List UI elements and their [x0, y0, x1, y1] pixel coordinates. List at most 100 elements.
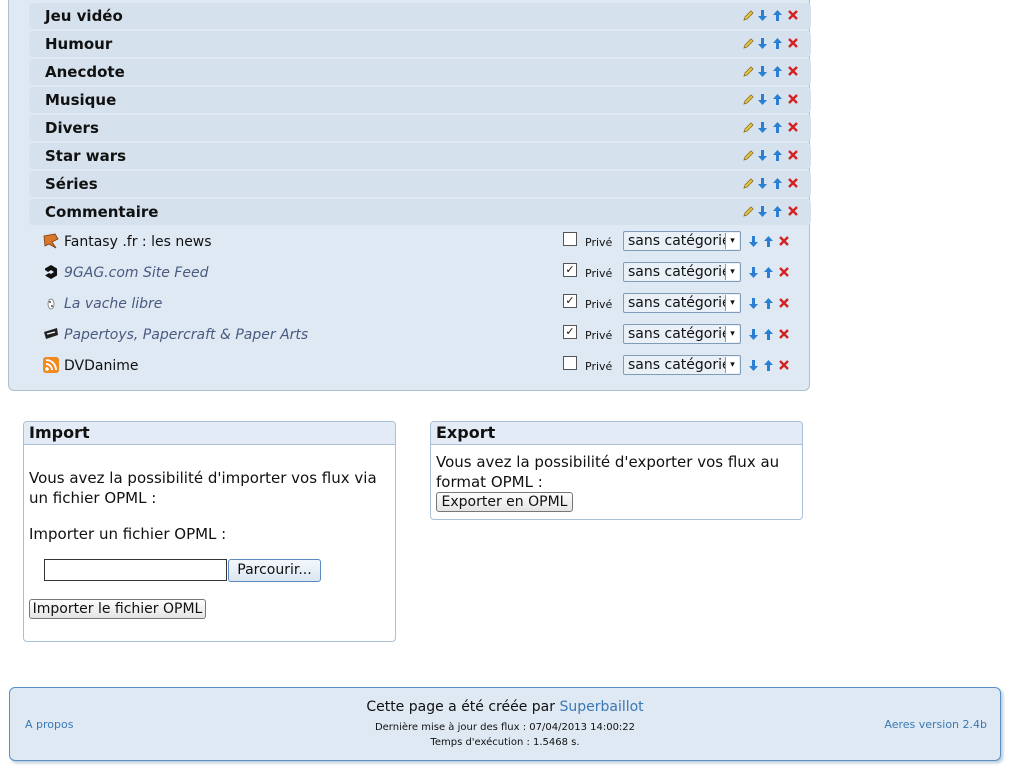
edit-pencil-icon[interactable]	[743, 66, 754, 78]
feed-title[interactable]: 9GAG.com Site Feed	[64, 265, 208, 281]
move-down-icon[interactable]	[749, 329, 760, 341]
category-label[interactable]: Anecdote	[45, 63, 125, 81]
delete-icon[interactable]	[788, 122, 799, 134]
category-label[interactable]: Musique	[45, 91, 116, 109]
edit-pencil-icon[interactable]	[743, 10, 754, 22]
chevron-down-icon[interactable]: ▾	[725, 357, 739, 373]
private-checkbox[interactable]	[563, 356, 577, 370]
version-link[interactable]: Aeres version 2.4b	[884, 718, 987, 731]
export-box: Export Vous avez la possibilité d'export…	[430, 421, 803, 520]
delete-icon[interactable]	[779, 267, 790, 279]
edit-pencil-icon[interactable]	[743, 150, 754, 162]
move-up-icon[interactable]	[764, 360, 775, 372]
feed-title[interactable]: Papertoys, Papercraft & Paper Arts	[64, 327, 308, 343]
delete-icon[interactable]	[788, 178, 799, 190]
category-select[interactable]: sans catégorie ▾	[623, 293, 741, 313]
exec-time: Temps d'exécution : 1.5468 s.	[430, 737, 580, 748]
move-down-icon[interactable]	[749, 360, 760, 372]
category-label[interactable]: Star wars	[45, 147, 126, 165]
private-checkbox[interactable]: ✓	[563, 294, 577, 308]
move-down-icon[interactable]	[758, 10, 769, 22]
category-label[interactable]: Divers	[45, 119, 99, 137]
delete-icon[interactable]	[779, 236, 790, 248]
move-down-icon[interactable]	[758, 94, 769, 106]
private-label: Privé	[585, 329, 613, 342]
edit-pencil-icon[interactable]	[743, 178, 754, 190]
import-opml-button[interactable]: Importer le fichier OPML	[29, 599, 206, 619]
edit-pencil-icon[interactable]	[743, 122, 754, 134]
author-link[interactable]: Superbaillot	[559, 699, 643, 715]
private-label: Privé	[585, 360, 613, 373]
move-up-icon[interactable]	[773, 122, 784, 134]
export-opml-button[interactable]: Exporter en OPML	[436, 492, 573, 512]
move-up-icon[interactable]	[773, 66, 784, 78]
category-panel: Jeu vidéo Humour Anecdote Musique Divers Star…	[8, 0, 811, 391]
move-up-icon[interactable]	[764, 298, 775, 310]
move-up-icon[interactable]	[773, 206, 784, 218]
feed-row: Papertoys, Papercraft & Paper Arts ✓ Privé…	[39, 320, 809, 348]
move-up-icon[interactable]	[764, 329, 775, 341]
move-down-icon[interactable]	[749, 236, 760, 248]
browse-button[interactable]: Parcourir...	[228, 559, 321, 582]
delete-icon[interactable]	[788, 10, 799, 22]
delete-icon[interactable]	[788, 66, 799, 78]
chevron-down-icon[interactable]: ▾	[725, 264, 739, 280]
category-label[interactable]: Humour	[45, 35, 112, 53]
delete-icon[interactable]	[779, 360, 790, 372]
category-select[interactable]: sans catégorie ▾	[623, 262, 741, 282]
move-up-icon[interactable]	[773, 10, 784, 22]
edit-pencil-icon[interactable]	[743, 206, 754, 218]
move-down-icon[interactable]	[758, 66, 769, 78]
category-row: Divers	[29, 115, 811, 141]
9gag-feed-icon	[43, 264, 59, 280]
chevron-down-icon[interactable]: ▾	[725, 326, 739, 342]
delete-icon[interactable]	[779, 329, 790, 341]
delete-icon[interactable]	[788, 206, 799, 218]
move-down-icon[interactable]	[758, 122, 769, 134]
move-up-icon[interactable]	[773, 150, 784, 162]
chevron-down-icon[interactable]: ▾	[725, 295, 739, 311]
delete-icon[interactable]	[779, 298, 790, 310]
category-label[interactable]: Jeu vidéo	[45, 7, 123, 25]
feed-title[interactable]: Fantasy .fr : les news	[64, 234, 212, 250]
move-up-icon[interactable]	[764, 236, 775, 248]
move-up-icon[interactable]	[773, 38, 784, 50]
private-checkbox[interactable]: ✓	[563, 325, 577, 339]
vache-feed-icon	[43, 295, 59, 311]
created-by: Cette page a été créée par Superbaillot	[10, 699, 1000, 715]
move-up-icon[interactable]	[773, 94, 784, 106]
category-select[interactable]: sans catégorie ▾	[623, 324, 741, 344]
opml-file-input[interactable]	[44, 559, 227, 581]
move-down-icon[interactable]	[758, 38, 769, 50]
private-label: Privé	[585, 267, 613, 280]
move-down-icon[interactable]	[758, 178, 769, 190]
delete-icon[interactable]	[788, 94, 799, 106]
move-up-icon[interactable]	[773, 178, 784, 190]
category-select-value: sans catégorie	[628, 326, 731, 342]
feed-row: Fantasy .fr : les news Privé sans catégori…	[39, 227, 809, 255]
export-description: Vous avez la possibilité d'exporter vos …	[436, 453, 780, 491]
move-down-icon[interactable]	[758, 206, 769, 218]
feed-title[interactable]: DVDanime	[64, 358, 138, 374]
footer: A propos Cette page a été créée par Supe…	[9, 687, 1001, 761]
private-checkbox[interactable]	[563, 232, 577, 246]
import-title: Import	[24, 422, 395, 445]
rss-feed-icon	[43, 357, 59, 373]
feed-row: 9GAG.com Site Feed ✓ Privé sans catégorie ▾	[39, 258, 809, 286]
move-down-icon[interactable]	[758, 150, 769, 162]
move-down-icon[interactable]	[749, 298, 760, 310]
chevron-down-icon[interactable]: ▾	[725, 233, 739, 249]
category-select[interactable]: sans catégorie ▾	[623, 231, 741, 251]
private-checkbox[interactable]: ✓	[563, 263, 577, 277]
category-select[interactable]: sans catégorie ▾	[623, 355, 741, 375]
feed-title[interactable]: La vache libre	[64, 296, 162, 312]
delete-icon[interactable]	[788, 150, 799, 162]
edit-pencil-icon[interactable]	[743, 94, 754, 106]
category-label[interactable]: Commentaire	[45, 203, 158, 221]
delete-icon[interactable]	[788, 38, 799, 50]
edit-pencil-icon[interactable]	[743, 38, 754, 50]
created-prefix: Cette page a été créée par	[366, 699, 556, 715]
move-down-icon[interactable]	[749, 267, 760, 279]
category-label[interactable]: Séries	[45, 175, 98, 193]
move-up-icon[interactable]	[764, 267, 775, 279]
